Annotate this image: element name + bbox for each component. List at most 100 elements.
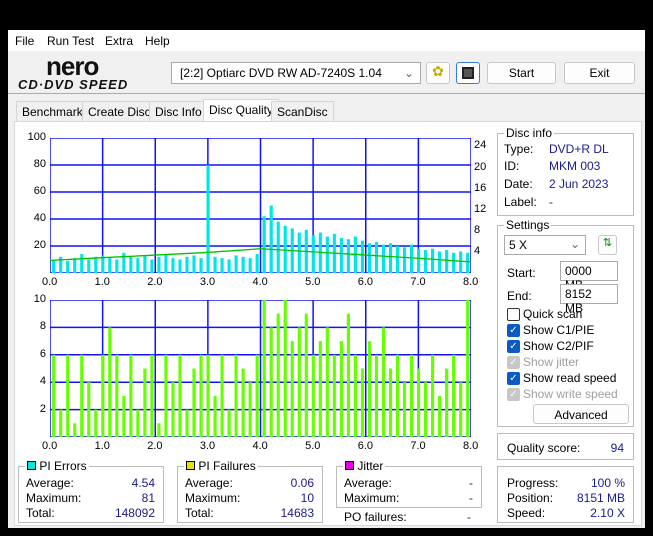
tab-disc-quality[interactable]: Disc Quality bbox=[203, 99, 280, 122]
bar bbox=[346, 313, 350, 437]
x-tick-label: 8.0 bbox=[463, 440, 479, 452]
bar bbox=[143, 255, 147, 273]
bar bbox=[213, 256, 217, 273]
bar bbox=[431, 354, 435, 437]
drive-info-button[interactable]: ✿ bbox=[426, 62, 450, 84]
bar bbox=[290, 341, 294, 437]
pi-failures-total-label: Total: bbox=[185, 506, 214, 520]
menu-run-test[interactable]: Run Test bbox=[47, 34, 94, 48]
y-tick-label: 6 bbox=[39, 347, 46, 360]
y2-tick-label: 12 bbox=[474, 202, 487, 215]
checkbox-label: Quick scan bbox=[523, 307, 583, 321]
x-tick-label: 7.0 bbox=[410, 440, 426, 452]
bar bbox=[438, 251, 442, 273]
gears-icon: ✿ bbox=[432, 63, 444, 79]
bar bbox=[185, 256, 189, 273]
refresh-speed-button[interactable]: ⇅ bbox=[598, 235, 617, 255]
y-tick-label: 40 bbox=[33, 212, 46, 224]
menu-help[interactable]: Help bbox=[145, 34, 170, 48]
x-tick-label: 3.0 bbox=[199, 440, 216, 452]
bar bbox=[269, 205, 273, 273]
bar bbox=[283, 225, 287, 273]
checkbox-quick-scan[interactable] bbox=[507, 308, 520, 321]
bar bbox=[136, 258, 140, 273]
jitter-max: - bbox=[469, 491, 473, 505]
progress-value: 100 % bbox=[590, 476, 625, 490]
y-tick-label: 100 bbox=[27, 131, 46, 143]
bar bbox=[367, 341, 372, 437]
refresh-icon: ⇅ bbox=[602, 237, 613, 249]
bar bbox=[262, 300, 266, 437]
bar bbox=[297, 232, 301, 273]
tab-disc-info[interactable]: Disc Info bbox=[149, 101, 208, 121]
menu-file[interactable]: File bbox=[15, 34, 34, 48]
bar bbox=[445, 250, 449, 273]
y2-tick-label: 20 bbox=[474, 160, 487, 173]
checkbox-show-read-speed[interactable]: ✓ bbox=[507, 372, 520, 385]
bar bbox=[423, 382, 428, 437]
checkbox-show-c2-pif[interactable]: ✓ bbox=[507, 340, 520, 353]
bar bbox=[395, 354, 400, 437]
toolbar: nero CD·DVD SPEED [2:2] Optiarc DVD RW A… bbox=[8, 51, 645, 94]
id-label: ID: bbox=[504, 159, 520, 173]
drive-select-value: [2:2] Optiarc DVD RW AD-7240S 1.04 bbox=[180, 66, 382, 80]
drive-select[interactable]: [2:2] Optiarc DVD RW AD-7240S 1.04 ⌄ bbox=[171, 62, 421, 84]
x-tick-label: 1.0 bbox=[94, 276, 110, 288]
bar bbox=[108, 327, 112, 437]
pi-errors-avg-label: Average: bbox=[26, 476, 74, 490]
bar bbox=[423, 250, 428, 273]
settings-group: Settings 5 X ⌄ ⇅ Start: 0000 MB End: 8152… bbox=[497, 218, 634, 427]
checkbox-show-c1-pie[interactable]: ✓ bbox=[507, 324, 520, 337]
chevron-down-icon: ⌄ bbox=[403, 66, 414, 80]
pi-failures-group: PI Failures Average: 0.06 Maximum: 10 To… bbox=[177, 459, 323, 523]
bar bbox=[66, 354, 70, 437]
bar bbox=[388, 243, 393, 273]
bar bbox=[122, 252, 126, 273]
speed-select[interactable]: 5 X ⌄ bbox=[504, 235, 586, 255]
tab-scandisc[interactable]: ScanDisc bbox=[271, 101, 334, 121]
exit-button[interactable]: Exit bbox=[564, 62, 635, 84]
end-label: End: bbox=[507, 289, 532, 303]
bar bbox=[459, 251, 463, 273]
tab-create-disc[interactable]: Create Disc bbox=[82, 101, 157, 121]
bar bbox=[255, 254, 259, 273]
checkbox-label: Show read speed bbox=[523, 371, 617, 385]
bar bbox=[304, 313, 308, 437]
advanced-button[interactable]: Advanced bbox=[533, 404, 629, 424]
y-tick-label: 60 bbox=[33, 185, 46, 197]
bar bbox=[360, 368, 364, 437]
pi-failures-max-label: Maximum: bbox=[185, 491, 241, 505]
start-button[interactable]: Start bbox=[487, 62, 556, 84]
y-tick-label: 2 bbox=[39, 402, 46, 415]
date-label: Date: bbox=[504, 177, 533, 191]
bar bbox=[115, 259, 119, 273]
progress-label: Progress: bbox=[507, 476, 559, 490]
bar bbox=[87, 382, 91, 437]
jitter-group: Jitter Average: - Maximum: - bbox=[336, 459, 482, 508]
jitter-title: Jitter bbox=[357, 459, 384, 473]
menu-extra[interactable]: Extra bbox=[105, 34, 133, 48]
end-input[interactable]: 8152 MB bbox=[560, 284, 618, 315]
bar bbox=[171, 382, 175, 437]
y-tick-label: 8 bbox=[39, 320, 46, 333]
po-failures-label: PO failures: bbox=[344, 510, 407, 524]
bar bbox=[94, 256, 98, 273]
bar bbox=[171, 258, 175, 273]
bar bbox=[115, 354, 119, 437]
pi-errors-total-label: Total: bbox=[26, 506, 55, 520]
pi-failures-total: 14683 bbox=[280, 506, 314, 520]
bar bbox=[381, 244, 386, 273]
bar bbox=[416, 248, 421, 273]
start-input[interactable]: 0000 MB bbox=[560, 261, 618, 292]
jitter-avg: - bbox=[469, 476, 473, 490]
bar bbox=[185, 409, 189, 437]
tab-benchmark[interactable]: Benchmark bbox=[16, 101, 89, 121]
bar bbox=[129, 354, 133, 437]
bar bbox=[381, 327, 386, 437]
chart-pi-failures bbox=[50, 300, 471, 437]
save-button[interactable] bbox=[456, 62, 480, 84]
pi-errors-total: 148092 bbox=[114, 506, 155, 520]
checkbox-label: Show C1/PIE bbox=[523, 323, 595, 337]
bar bbox=[262, 216, 266, 273]
bar bbox=[206, 354, 210, 437]
